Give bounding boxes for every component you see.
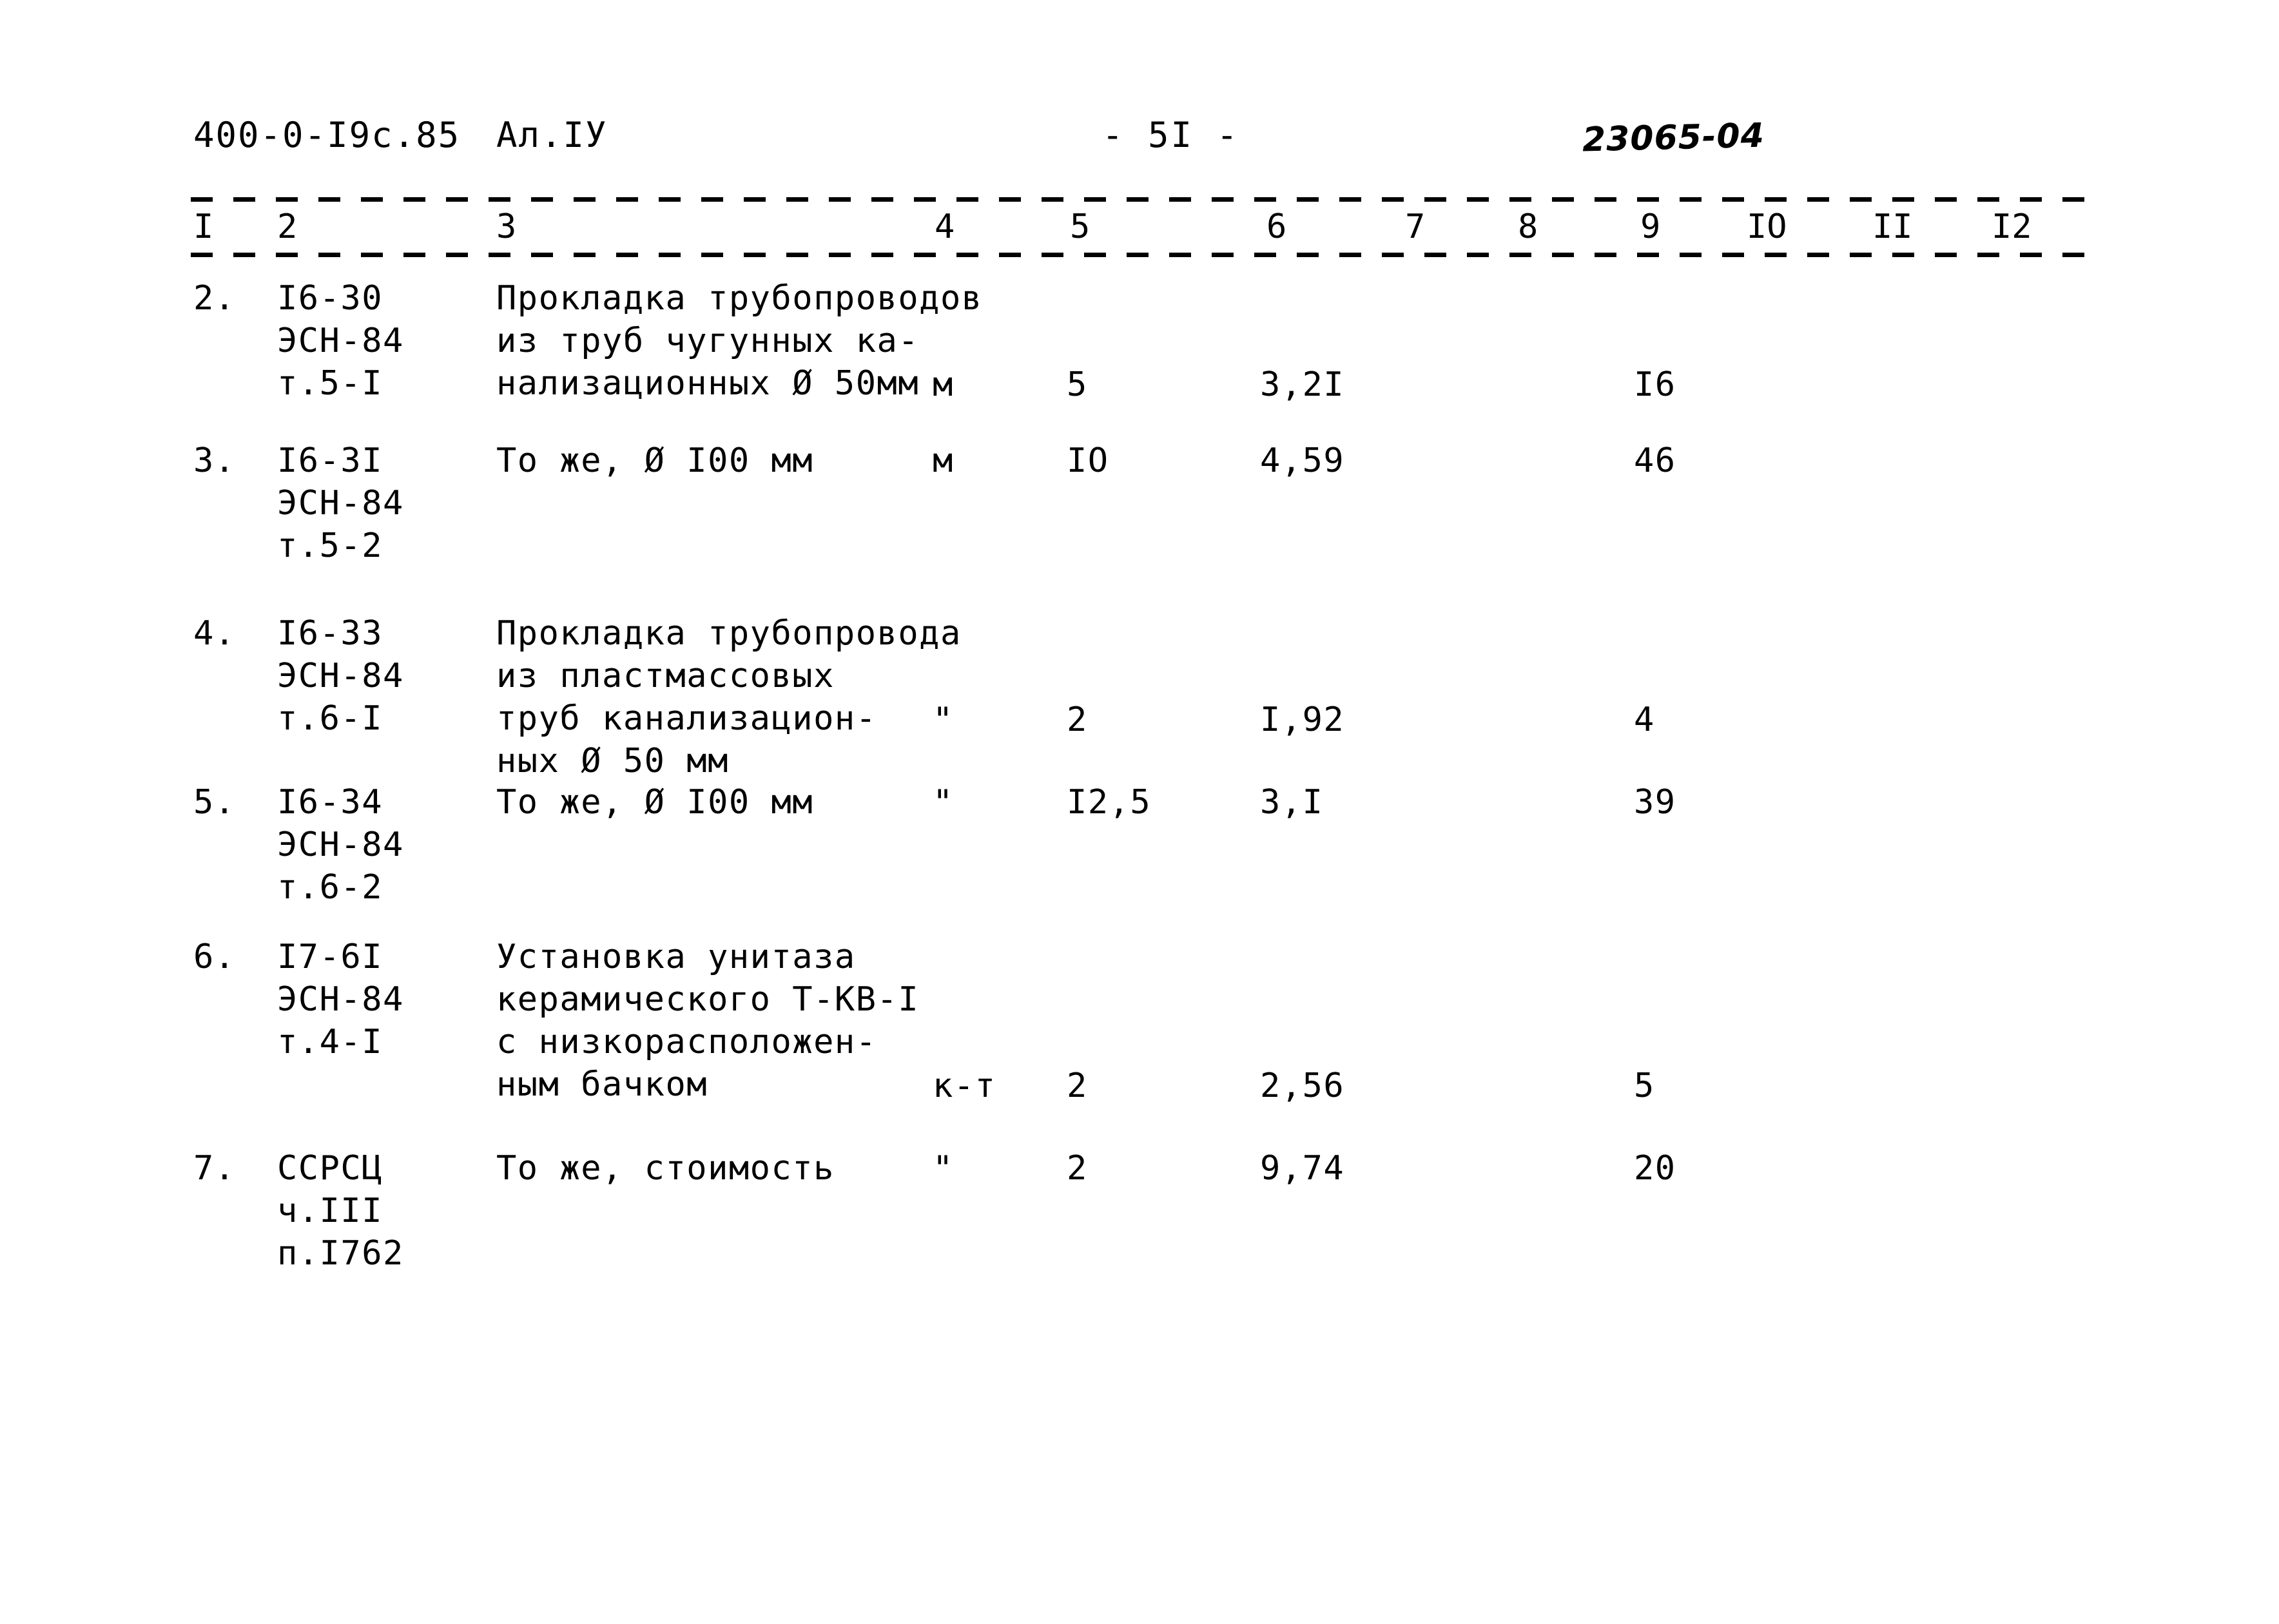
- document-page: 400-0-I9c.85 Ал.IУ - 5I - 23065-04 I2345…: [0, 0, 2279, 1624]
- justification-code: I6-34 ЭСН-84 т.6-2: [277, 783, 404, 907]
- quantity-value: 2: [1067, 1067, 1088, 1105]
- row-number: 4.: [193, 614, 236, 653]
- total-cost-value: 46: [1634, 441, 1676, 480]
- unit-of-measure: ": [933, 1149, 954, 1188]
- justification-code: I6-33 ЭСН-84 т.6-I: [277, 614, 404, 738]
- unit-of-measure: к-т: [933, 1067, 996, 1105]
- quantity-value: 5: [1067, 365, 1088, 404]
- row-number: 2.: [193, 279, 236, 318]
- unit-of-measure: ": [933, 783, 954, 822]
- justification-code: I6-3I ЭСН-84 т.5-2: [277, 441, 404, 565]
- unit-price-value: 3,I: [1260, 783, 1324, 822]
- row-number: 3.: [193, 441, 236, 480]
- unit-of-measure: м: [933, 441, 954, 480]
- justification-code: I7-6I ЭСН-84 т.4-I: [277, 938, 404, 1061]
- unit-of-measure: ": [933, 701, 954, 739]
- row-number: 5.: [193, 783, 236, 822]
- row-number: 6.: [193, 938, 236, 976]
- quantity-value: 2: [1067, 701, 1088, 739]
- total-cost-value: 39: [1634, 783, 1676, 822]
- unit-price-value: 2,56: [1260, 1067, 1345, 1105]
- unit-price-value: 9,74: [1260, 1149, 1345, 1188]
- row-number: 7.: [193, 1149, 236, 1188]
- work-description: Прокладка трубопровода из пластмассовых …: [496, 614, 962, 780]
- total-cost-value: I6: [1634, 365, 1676, 404]
- total-cost-value: 4: [1634, 701, 1655, 739]
- justification-code: I6-30 ЭСН-84 т.5-I: [277, 279, 404, 403]
- unit-price-value: 3,2I: [1260, 365, 1345, 404]
- justification-code: ССРСЦ ч.III п.I762: [277, 1149, 404, 1273]
- unit-of-measure: м: [933, 365, 954, 404]
- quantity-value: IO: [1067, 441, 1109, 480]
- quantity-value: 2: [1067, 1149, 1088, 1188]
- unit-price-value: I,92: [1260, 701, 1345, 739]
- total-cost-value: 5: [1634, 1067, 1655, 1105]
- quantity-value: I2,5: [1067, 783, 1152, 822]
- unit-price-value: 4,59: [1260, 441, 1345, 480]
- total-cost-value: 20: [1634, 1149, 1676, 1188]
- table-body: 2. I6-30 ЭСН-84 т.5-I Прокладка трубопрово…: [0, 0, 2279, 1624]
